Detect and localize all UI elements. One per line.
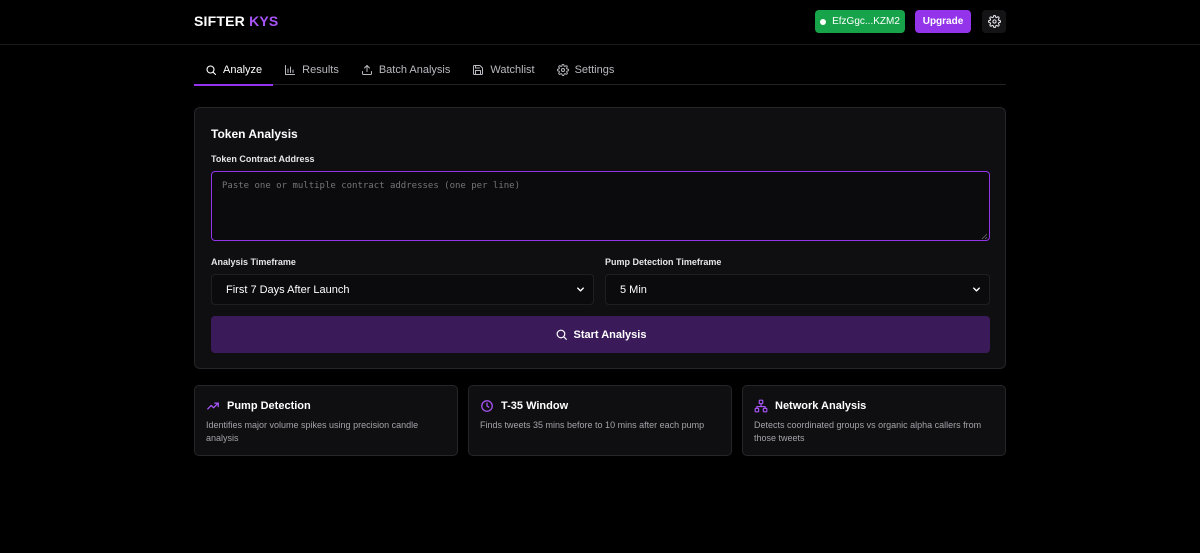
chevron-down-icon [577, 287, 584, 292]
feature-title: Network Analysis [775, 400, 867, 412]
tab-watchlist[interactable]: Watchlist [461, 55, 545, 85]
resize-grip-icon[interactable] [980, 232, 988, 240]
feature-card-pump-detection: Pump Detection Identifies major volume s… [194, 385, 458, 456]
wallet-address: EfzGgc...KZM2 [832, 16, 900, 27]
feature-card-t35-window: T-35 Window Finds tweets 35 mins before … [468, 385, 732, 456]
tab-results[interactable]: Results [273, 55, 350, 85]
timeframe-label: Analysis Timeframe [211, 257, 296, 267]
feature-description: Finds tweets 35 mins before to 10 mins a… [480, 420, 705, 430]
top-header: SIFTER KYS EfzGgc...KZM2 Upgrade [0, 0, 1200, 45]
pump-timeframe-select[interactable]: 5 Min [605, 274, 990, 305]
feature-title: T-35 Window [501, 400, 569, 412]
tab-analyze[interactable]: Analyze [194, 55, 274, 86]
main-tabs: Analyze Results Batch Analysis Watchlist… [194, 55, 1006, 86]
search-icon [556, 329, 567, 340]
wallet-button[interactable]: EfzGgc...KZM2 [815, 10, 905, 33]
pump-value: 5 Min [620, 283, 647, 296]
analysis-timeframe-select[interactable]: First 7 Days After Launch [211, 274, 594, 305]
trending-up-icon [207, 402, 219, 410]
app-logo[interactable]: SIFTER KYS [194, 13, 278, 29]
token-analysis-panel: Token Analysis Token Contract Address An… [194, 107, 1006, 369]
clock-icon [481, 400, 493, 412]
bar-chart-icon [285, 65, 296, 75]
upgrade-button[interactable]: Upgrade [915, 10, 971, 33]
panel-title: Token Analysis [211, 127, 298, 141]
feature-title: Pump Detection [227, 400, 311, 412]
contract-address-input[interactable] [211, 171, 990, 241]
feature-description: Detects coordinated groups vs organic al… [754, 420, 982, 443]
upload-icon [361, 65, 372, 75]
timeframe-value: First 7 Days After Launch [226, 283, 350, 296]
network-icon [754, 399, 768, 413]
settings-button[interactable] [982, 10, 1006, 33]
pump-label: Pump Detection Timeframe [605, 257, 722, 267]
search-icon [206, 65, 217, 76]
feature-card-network-analysis: Network Analysis Detects coordinated gro… [742, 385, 1006, 456]
gear-icon [987, 15, 1001, 28]
feature-description: Identifies major volume spikes using pre… [206, 420, 419, 443]
address-label: Token Contract Address [211, 154, 315, 164]
save-icon [473, 65, 484, 75]
tab-batch-analysis[interactable]: Batch Analysis [350, 55, 462, 85]
start-analysis-button[interactable]: Start Analysis [211, 316, 990, 353]
gear-icon [556, 64, 569, 76]
chevron-down-icon [973, 287, 980, 292]
tab-settings[interactable]: Settings [546, 55, 626, 85]
connected-dot-icon [820, 18, 827, 25]
